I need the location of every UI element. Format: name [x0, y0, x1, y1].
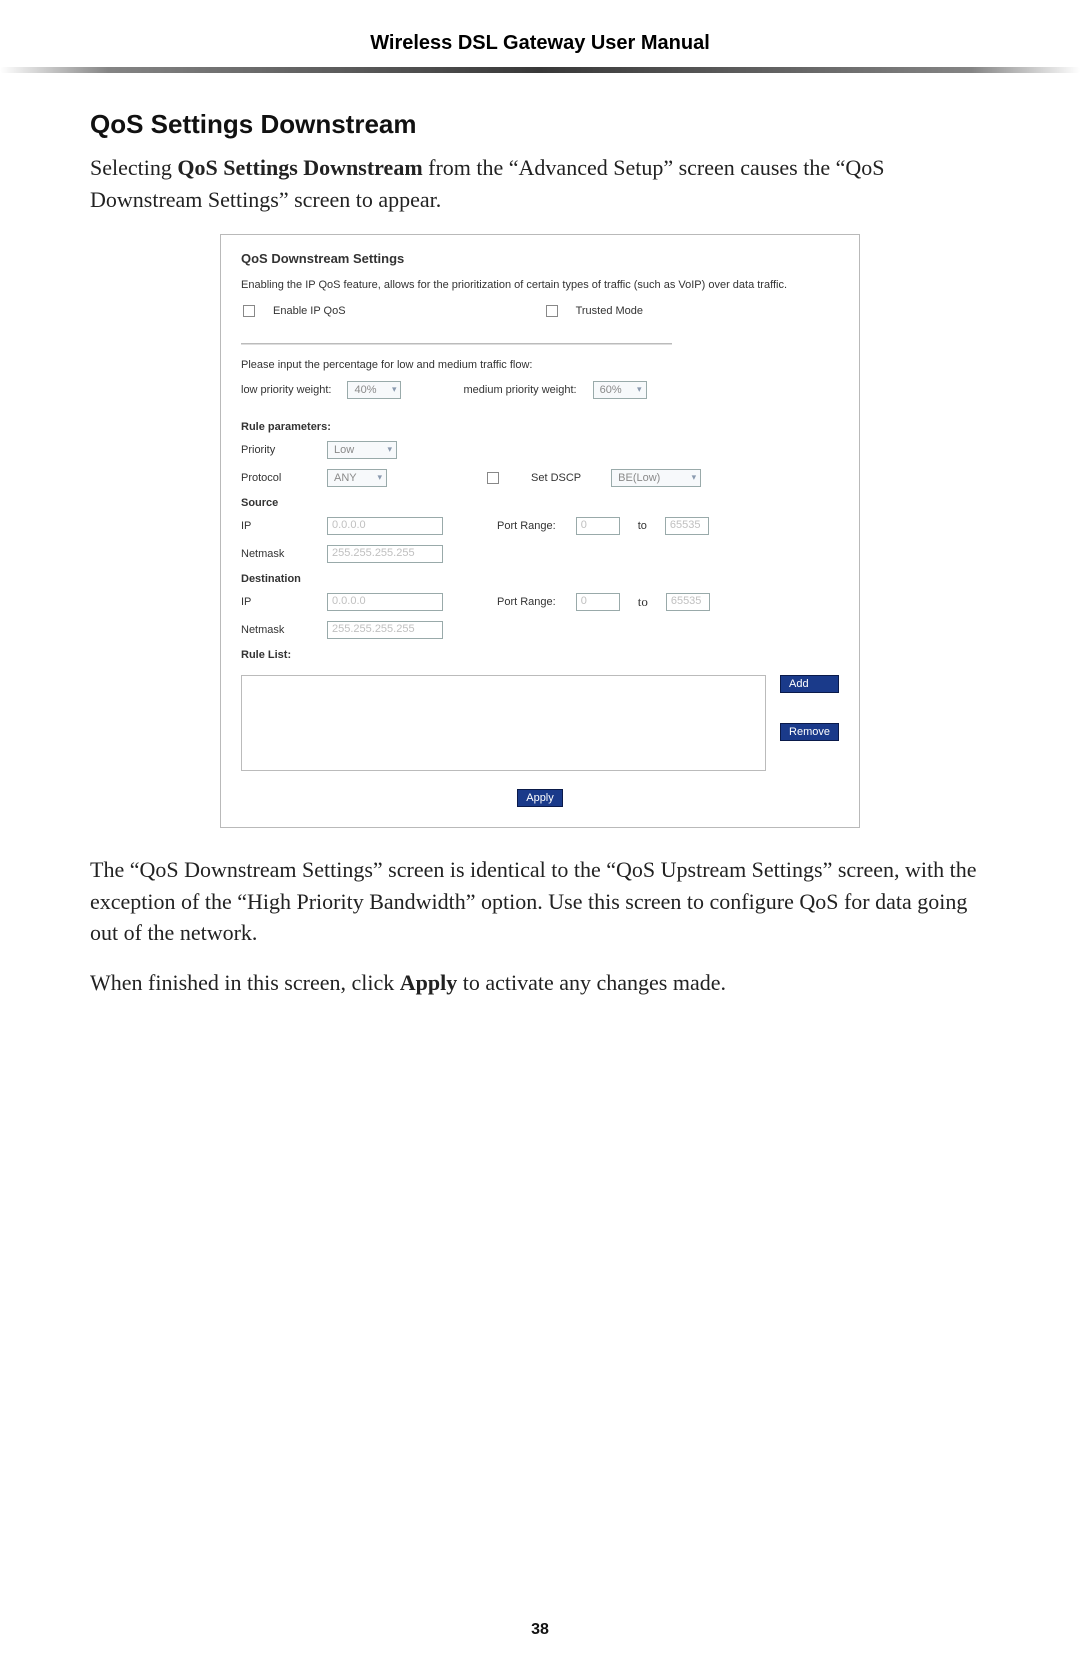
- protocol-value: ANY: [334, 472, 357, 484]
- priority-row: Priority Low ▾: [241, 441, 839, 459]
- percentage-hint: Please input the percentage for low and …: [241, 359, 839, 371]
- dest-ip-row: IP 0.0.0.0 Port Range: 0 to 65535: [241, 593, 839, 611]
- qos-panel: QoS Downstream Settings Enabling the IP …: [220, 234, 860, 828]
- apply-button[interactable]: Apply: [517, 789, 563, 807]
- content-area: QoS Settings Downstream Selecting QoS Se…: [0, 73, 1080, 999]
- header-divider: [0, 67, 1080, 73]
- intro-text-pre: Selecting: [90, 155, 177, 180]
- set-dscp-label: Set DSCP: [531, 472, 581, 484]
- after-p2-post: to activate any changes made.: [457, 970, 726, 995]
- port-range-label: Port Range:: [497, 520, 556, 532]
- destination-heading: Destination: [241, 573, 839, 585]
- port-range-label: Port Range:: [497, 596, 556, 608]
- low-weight-label: low priority weight:: [241, 384, 331, 396]
- source-port-to-input[interactable]: 65535: [665, 517, 709, 535]
- dest-port-to-input[interactable]: 65535: [666, 593, 710, 611]
- netmask-label: Netmask: [241, 548, 317, 560]
- after-paragraph-1: The “QoS Downstream Settings” screen is …: [90, 854, 990, 950]
- after-paragraph-2: When finished in this screen, click Appl…: [90, 967, 990, 999]
- dscp-select[interactable]: BE(Low) ▾: [611, 469, 701, 487]
- source-port-from-input[interactable]: 0: [576, 517, 620, 535]
- source-heading: Source: [241, 497, 839, 509]
- screenshot-wrapper: QoS Downstream Settings Enabling the IP …: [90, 234, 990, 828]
- dest-port-from-input[interactable]: 0: [576, 593, 620, 611]
- chevron-down-icon: ▾: [692, 472, 697, 483]
- rule-list-heading: Rule List:: [241, 649, 839, 661]
- med-weight-value: 60%: [600, 384, 622, 396]
- protocol-label: Protocol: [241, 472, 317, 484]
- enable-ip-qos-toggle[interactable]: Enable IP QoS: [243, 305, 346, 317]
- med-weight-label: medium priority weight:: [463, 384, 576, 396]
- priority-label: Priority: [241, 444, 317, 456]
- section-heading: QoS Settings Downstream: [90, 109, 990, 140]
- to-label: to: [638, 594, 648, 610]
- rule-parameters-heading: Rule parameters:: [241, 421, 839, 433]
- intro-paragraph: Selecting QoS Settings Downstream from t…: [90, 152, 990, 216]
- low-weight-select[interactable]: 40% ▾: [347, 381, 401, 399]
- protocol-row: Protocol ANY ▾ Set DSCP BE(Low) ▾: [241, 469, 839, 487]
- checkbox-icon[interactable]: [546, 305, 558, 317]
- panel-title: QoS Downstream Settings: [241, 251, 839, 266]
- rule-list-area: Add Remove: [241, 669, 839, 771]
- section-divider: [241, 343, 672, 345]
- dest-netmask-input[interactable]: 255.255.255.255: [327, 621, 443, 639]
- enable-ip-qos-label: Enable IP QoS: [273, 305, 346, 317]
- after-p2-bold: Apply: [400, 970, 457, 995]
- remove-button[interactable]: Remove: [780, 723, 839, 741]
- chevron-down-icon: ▾: [387, 444, 392, 455]
- netmask-label: Netmask: [241, 624, 317, 636]
- intro-text-bold: QoS Settings Downstream: [177, 155, 422, 180]
- trusted-mode-toggle[interactable]: Trusted Mode: [546, 305, 643, 317]
- med-weight-select[interactable]: 60% ▾: [593, 381, 647, 399]
- ip-label: IP: [241, 520, 317, 532]
- dest-ip-input[interactable]: 0.0.0.0: [327, 593, 443, 611]
- checkbox-icon[interactable]: [243, 305, 255, 317]
- manual-title: Wireless DSL Gateway User Manual: [370, 32, 710, 54]
- source-ip-row: IP 0.0.0.0 Port Range: 0 to 65535: [241, 517, 839, 535]
- source-netmask-input[interactable]: 255.255.255.255: [327, 545, 443, 563]
- priority-select[interactable]: Low ▾: [327, 441, 397, 459]
- low-weight-value: 40%: [354, 384, 376, 396]
- priority-value: Low: [334, 444, 354, 456]
- page-header: Wireless DSL Gateway User Manual: [0, 0, 1080, 55]
- weight-row: low priority weight: 40% ▾ medium priori…: [241, 381, 839, 399]
- dscp-value: BE(Low): [618, 472, 660, 484]
- set-dscp-checkbox[interactable]: [487, 472, 499, 484]
- ip-label: IP: [241, 596, 317, 608]
- add-button[interactable]: Add: [780, 675, 839, 693]
- trusted-mode-label: Trusted Mode: [576, 305, 643, 317]
- source-netmask-row: Netmask 255.255.255.255: [241, 545, 839, 563]
- after-p2-pre: When finished in this screen, click: [90, 970, 400, 995]
- chevron-down-icon: ▾: [377, 472, 382, 483]
- panel-description: Enabling the IP QoS feature, allows for …: [241, 278, 839, 293]
- page-number: 38: [0, 1621, 1080, 1639]
- toggle-row: Enable IP QoS Trusted Mode: [241, 305, 839, 317]
- source-ip-input[interactable]: 0.0.0.0: [327, 517, 443, 535]
- chevron-down-icon: ▾: [392, 384, 397, 395]
- to-label: to: [638, 520, 647, 532]
- rule-listbox[interactable]: [241, 675, 766, 771]
- dest-netmask-row: Netmask 255.255.255.255: [241, 621, 839, 639]
- chevron-down-icon: ▾: [637, 384, 642, 395]
- protocol-select[interactable]: ANY ▾: [327, 469, 387, 487]
